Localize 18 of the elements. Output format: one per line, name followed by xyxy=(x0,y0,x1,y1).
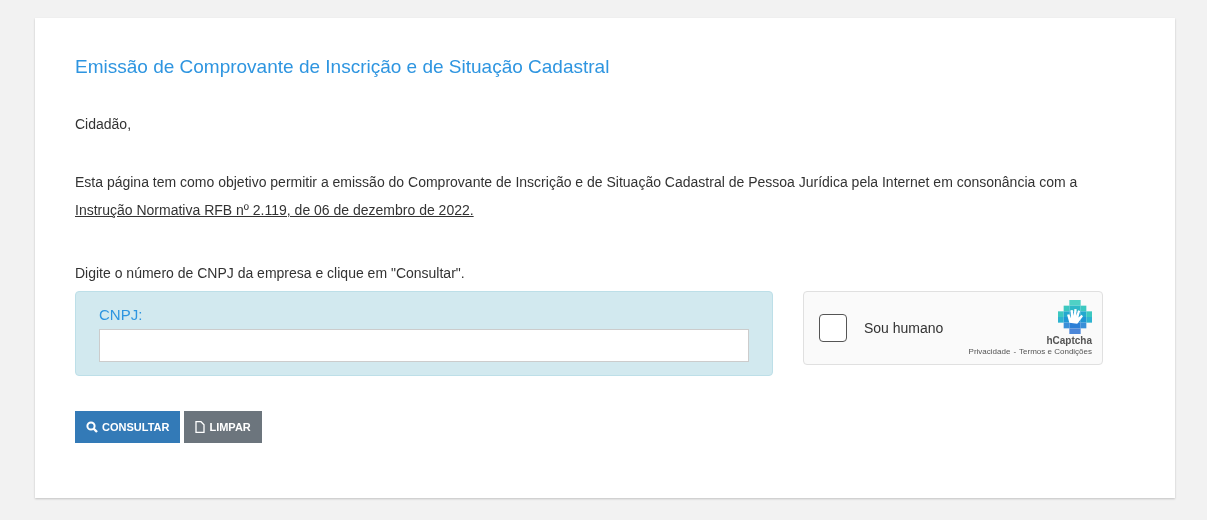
search-icon xyxy=(86,421,98,433)
cnpj-label: CNPJ: xyxy=(99,306,144,323)
link-separator: - xyxy=(1013,347,1017,356)
regulation-link[interactable]: Instrução Normativa RFB nº 2.119, de 06 de dezembro de 2022. xyxy=(75,202,474,218)
captcha-label: Sou humano xyxy=(864,320,945,336)
captcha-brand: hCaptcha xyxy=(1046,335,1092,346)
instruction-text: Digite o número de CNPJ da empresa e clique em "Consultar". xyxy=(75,264,466,283)
page-title: Emissão de Comprovante de Inscrição e de Situação Cadastral xyxy=(75,56,611,78)
clear-button[interactable]: LIMPAR xyxy=(184,411,262,443)
terms-link[interactable]: Termos e Condições xyxy=(1019,347,1092,356)
hand-logo-icon xyxy=(1058,300,1092,334)
captcha-checkbox[interactable] xyxy=(819,314,847,342)
intro-paragraph: Esta página tem como objetivo permitir a emissão do Comprovante de Inscrição e de Situação Cadastral de Pessoa Jurídica pela Internet em consonância com a Instrução Normativa RFB nº 2.119, de 06 de dezembro de 2022. xyxy=(75,173,1079,220)
privacy-link[interactable]: Privacidade xyxy=(968,347,1011,356)
greeting-text: Cidadão, xyxy=(75,115,133,134)
consult-button[interactable]: CONSULTAR xyxy=(75,411,181,443)
file-icon xyxy=(195,421,206,433)
cnpj-input-field[interactable] xyxy=(99,329,749,362)
